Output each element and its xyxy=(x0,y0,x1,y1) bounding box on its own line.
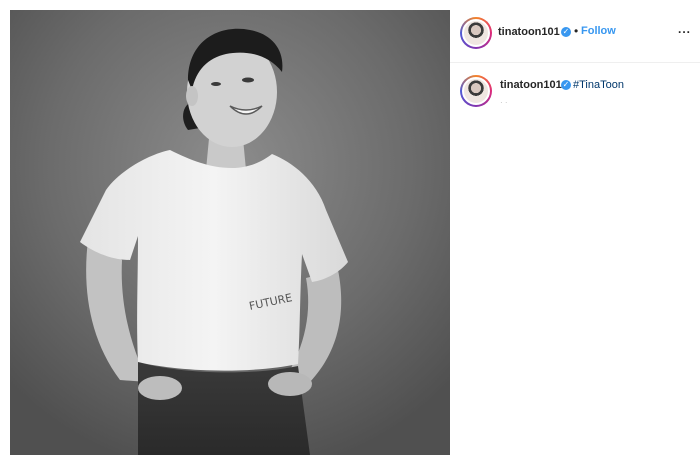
more-options-icon[interactable]: ... xyxy=(678,22,691,36)
follow-button[interactable]: Follow xyxy=(581,25,616,37)
avatar[interactable] xyxy=(460,17,492,49)
portrait-illustration: FUTURE xyxy=(10,10,450,455)
instagram-post: FUTURE tinatoon101 ✓ • Follow ... tinato… xyxy=(0,0,700,465)
verified-badge-icon: ✓ xyxy=(561,27,571,37)
header-username[interactable]: tinatoon101 xyxy=(498,26,560,38)
post-photo[interactable]: FUTURE xyxy=(10,10,450,455)
post-side-panel: tinatoon101 ✓ • Follow ... tinatoon101 ✓… xyxy=(450,0,700,465)
caption-faint-text: · · xyxy=(500,98,508,107)
caption-avatar[interactable] xyxy=(460,75,492,107)
post-header: tinatoon101 ✓ • Follow ... xyxy=(450,0,700,63)
separator-dot: • xyxy=(574,24,579,38)
caption-hashtag-link[interactable]: #TinaToon xyxy=(573,79,624,91)
caption-username[interactable]: tinatoon101 xyxy=(500,79,562,91)
caption-verified-badge-icon: ✓ xyxy=(561,80,571,90)
